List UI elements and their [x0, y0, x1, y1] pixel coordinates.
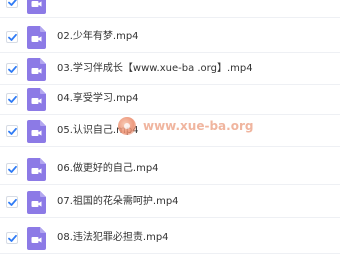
file-checkbox[interactable]	[6, 125, 18, 137]
file-checkbox[interactable]	[6, 196, 18, 208]
file-name[interactable]: 06.做更好的自己.mp4	[57, 163, 159, 175]
watermark-logo-icon	[118, 117, 136, 135]
video-file-icon	[27, 0, 46, 14]
file-name[interactable]: 02.少年有梦.mp4	[57, 31, 139, 43]
file-row[interactable]	[0, 0, 340, 18]
checkmark-icon	[8, 127, 17, 135]
checkmark-icon	[8, 95, 17, 103]
checkmark-icon	[8, 198, 17, 206]
file-checkbox[interactable]	[6, 232, 18, 244]
checkmark-icon	[8, 165, 17, 173]
video-file-icon	[27, 191, 46, 214]
file-row[interactable]: 07.祖国的花朵需呵护.mp4	[0, 186, 340, 218]
checkmark-icon	[8, 234, 17, 242]
file-row[interactable]: 06.做更好的自己.mp4	[0, 153, 340, 185]
file-name[interactable]: 03.学习伴成长【www.xue-ba .org】.mp4	[57, 63, 253, 75]
file-checkbox[interactable]	[6, 93, 18, 105]
checkmark-icon	[8, 0, 17, 6]
file-name[interactable]: 07.祖国的花朵需呵护.mp4	[57, 196, 179, 208]
watermark: www.xue-ba.org	[118, 116, 258, 138]
video-file-icon	[27, 227, 46, 250]
video-file-icon	[27, 26, 46, 49]
video-file-icon	[27, 158, 46, 181]
file-row[interactable]: 08.违法犯罪必担责.mp4	[0, 222, 340, 254]
checkmark-icon	[8, 33, 17, 41]
video-file-icon	[27, 58, 46, 81]
file-checkbox[interactable]	[6, 31, 18, 43]
video-file-icon	[27, 88, 46, 111]
video-file-icon	[27, 120, 46, 143]
file-row[interactable]: 03.学习伴成长【www.xue-ba .org】.mp4	[0, 53, 340, 85]
file-checkbox[interactable]	[6, 63, 18, 75]
file-name[interactable]: 04.享受学习.mp4	[57, 93, 139, 105]
watermark-text: www.xue-ba.org	[143, 119, 254, 133]
file-row[interactable]: 02.少年有梦.mp4	[0, 21, 340, 53]
file-checkbox[interactable]	[6, 163, 18, 175]
file-name[interactable]: 08.违法犯罪必担责.mp4	[57, 232, 169, 244]
file-checkbox[interactable]	[6, 0, 18, 8]
file-row[interactable]: 04.享受学习.mp4	[0, 83, 340, 115]
checkmark-icon	[8, 65, 17, 73]
